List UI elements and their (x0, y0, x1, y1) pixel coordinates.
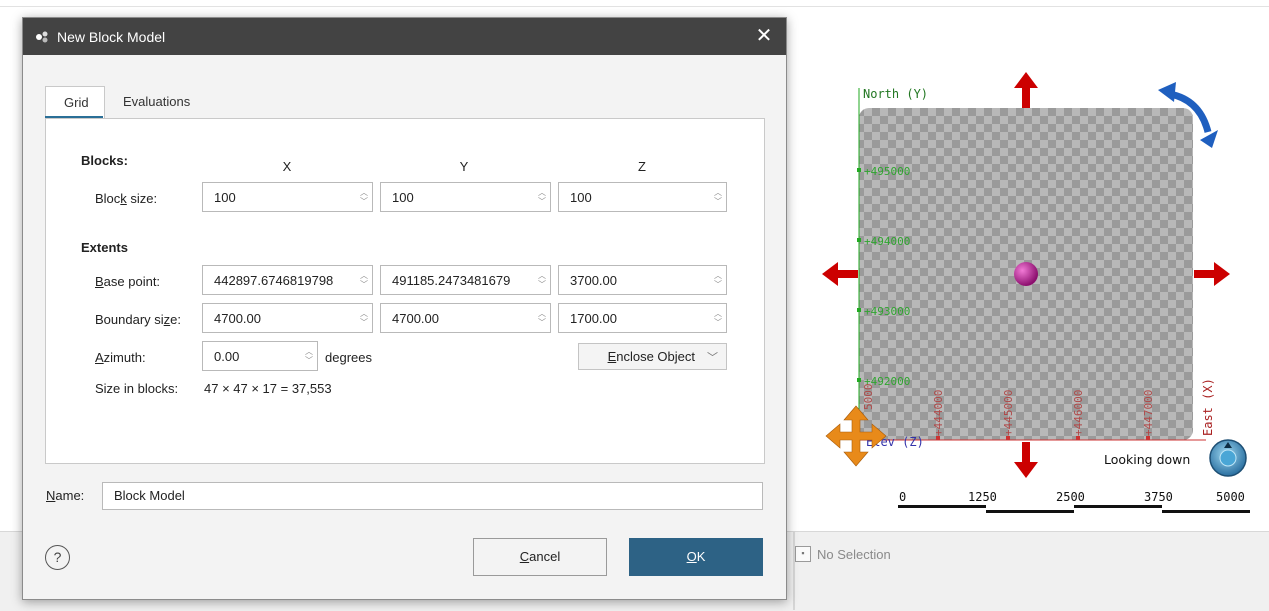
center-handle-sphere[interactable] (1014, 262, 1038, 286)
spin-arrows-icon[interactable]: ︿ ﹀ (301, 342, 317, 370)
selection-icon: ▪ (795, 546, 811, 562)
size-in-blocks-value: 47 × 47 × 17 = 37,553 (204, 381, 332, 396)
azimuth-label: Azimuth: (95, 350, 146, 365)
spin-arrows-icon[interactable]: ︿ ﹀ (534, 266, 550, 294)
name-label: Name: (46, 488, 85, 503)
move-north-arrow[interactable] (1014, 72, 1038, 108)
scale-bar: 0 1250 2500 3750 5000 (898, 490, 1250, 513)
block-size-y-value: 100 (392, 189, 414, 205)
extents-heading: Extents (81, 240, 128, 255)
base-point-y-value: 491185.2473481679 (392, 272, 511, 288)
chevron-down-icon: ﹀ (707, 351, 718, 364)
dialog-titlebar[interactable]: New Block Model ✕ (23, 18, 786, 55)
tab-evaluations-label: Evaluations (123, 94, 191, 109)
spin-arrows-icon[interactable]: ︿ ﹀ (710, 304, 726, 332)
view-label: Looking down (1104, 452, 1190, 467)
boundary-size-y-input[interactable]: 4700.00 ︿ ﹀ (380, 303, 551, 333)
spin-arrows-icon[interactable]: ︿ ﹀ (534, 304, 550, 332)
y-tick-label: +494000 (864, 235, 910, 248)
boundary-size-x-value: 4700.00 (214, 310, 261, 326)
azimuth-unit: degrees (325, 350, 372, 365)
move-east-arrow[interactable] (1194, 262, 1230, 286)
boundary-size-label: Boundary size: (95, 312, 181, 327)
azimuth-value: 0.00 (214, 348, 240, 364)
spin-arrows-icon[interactable]: ︿ ﹀ (356, 304, 372, 332)
blocks-heading: Blocks: (81, 153, 128, 168)
spin-arrows-icon[interactable]: ︿ ﹀ (534, 183, 550, 211)
spin-arrows-icon[interactable]: ︿ ﹀ (710, 183, 726, 211)
scale-label: 0 (899, 490, 906, 504)
x-tick-label: +444000 (932, 390, 945, 436)
base-point-x-value: 442897.6746819798 (214, 272, 334, 288)
grid-panel: Blocks: X Y Z Block size: 100 ︿ ﹀ 100 ︿ ﹀ 10… (45, 118, 765, 464)
x-tick-label: +445000 (1002, 390, 1015, 436)
azimuth-input[interactable]: 0.00 ︿ ﹀ (202, 341, 318, 371)
tab-bar: Grid Evaluations (45, 86, 208, 118)
ok-button[interactable]: OK (629, 538, 763, 576)
base-point-z-value: 3700.00 (570, 272, 617, 288)
base-point-y-input[interactable]: 491185.2473481679 ︿ ﹀ (380, 265, 551, 295)
y-tick-label: +495000 (864, 165, 910, 178)
spin-arrows-icon[interactable]: ︿ ﹀ (356, 183, 372, 211)
spin-arrows-icon[interactable]: ︿ ﹀ (356, 266, 372, 294)
dialog-title: New Block Model (57, 28, 166, 45)
block-size-y-input[interactable]: 100 ︿ ﹀ (380, 182, 551, 212)
selection-status-text: No Selection (817, 546, 891, 562)
column-x-header: X (282, 159, 292, 174)
scale-label: 5000 (1216, 490, 1245, 504)
panel-divider[interactable] (793, 531, 795, 610)
scale-label: 1250 (968, 490, 997, 504)
enclose-object-dropdown[interactable]: Enclose Object ﹀ (578, 343, 727, 370)
cancel-button[interactable]: Cancel (473, 538, 607, 576)
tab-grid[interactable]: Grid (45, 86, 105, 118)
app-top-border (0, 0, 1269, 7)
boundary-size-z-input[interactable]: 1700.00 ︿ ﹀ (558, 303, 727, 333)
north-axis-label: North (Y) (863, 87, 928, 101)
view-orientation-knob-icon[interactable] (1209, 439, 1247, 477)
move-south-arrow[interactable] (1014, 442, 1038, 478)
block-size-x-value: 100 (214, 189, 236, 205)
enclose-object-label: Enclose Object (607, 349, 695, 364)
move-west-arrow[interactable] (822, 262, 858, 286)
boundary-size-z-value: 1700.00 (570, 310, 617, 326)
block-size-x-input[interactable]: 100 ︿ ﹀ (202, 182, 373, 212)
base-point-z-input[interactable]: 3700.00 ︿ ﹀ (558, 265, 727, 295)
base-point-x-input[interactable]: 442897.6746819798 ︿ ﹀ (202, 265, 373, 295)
y-tick-label: +493000 (864, 305, 910, 318)
base-point-label: Base point: (95, 274, 161, 289)
boundary-size-x-input[interactable]: 4700.00 ︿ ﹀ (202, 303, 373, 333)
scene-viewer[interactable]: North (Y) +495000 +494000 +493000 +49200… (800, 60, 1269, 530)
column-z-header: Z (638, 159, 646, 174)
corner-tick-label: 5000 (862, 384, 875, 411)
x-tick-label: +446000 (1072, 390, 1085, 436)
spin-arrows-icon[interactable]: ︿ ﹀ (710, 266, 726, 294)
block-size-z-value: 100 (570, 189, 592, 205)
selection-status: ▪ No Selection (795, 546, 891, 562)
close-icon[interactable]: ✕ (752, 24, 776, 48)
east-axis-label: East (X) (1201, 378, 1215, 436)
x-tick-label: +447000 (1142, 390, 1155, 436)
tab-evaluations[interactable]: Evaluations (105, 86, 208, 117)
block-size-z-input[interactable]: 100 ︿ ﹀ (558, 182, 727, 212)
boundary-size-y-value: 4700.00 (392, 310, 439, 326)
new-block-model-dialog: New Block Model ✕ Grid Evaluations Block… (22, 17, 787, 600)
block-size-label: Block size: (95, 191, 158, 206)
column-y-header: Y (459, 159, 469, 174)
tab-grid-label: Grid (64, 95, 89, 110)
scale-label: 2500 (1056, 490, 1085, 504)
app-logo-icon (33, 28, 51, 46)
scale-label: 3750 (1144, 490, 1173, 504)
name-field[interactable]: Block Model (102, 482, 763, 510)
size-in-blocks-label: Size in blocks: (95, 381, 179, 396)
help-icon[interactable]: ? (45, 545, 70, 570)
